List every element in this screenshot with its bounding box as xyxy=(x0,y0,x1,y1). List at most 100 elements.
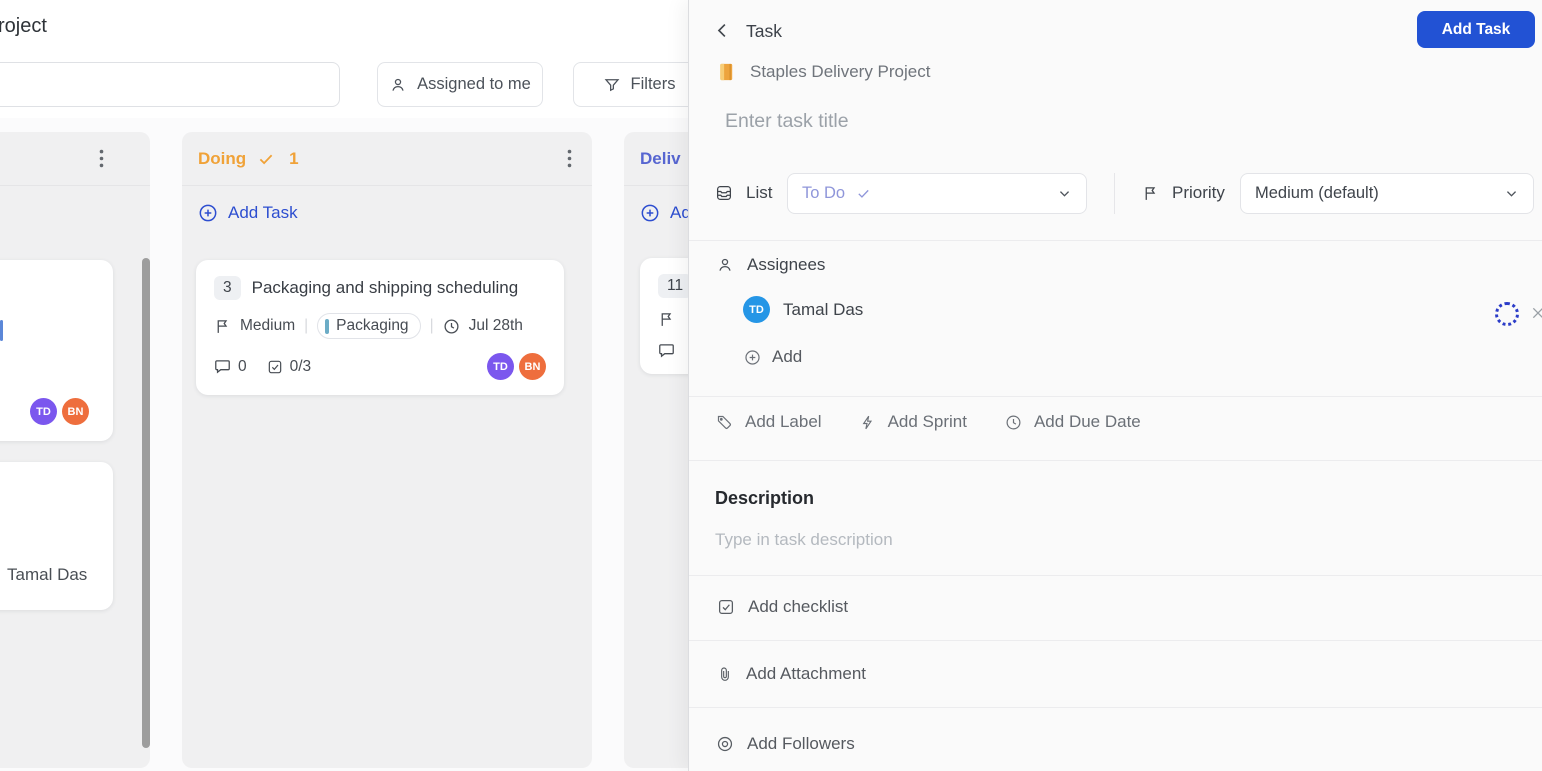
add-due-date-button[interactable]: Add Due Date xyxy=(1005,412,1141,432)
assignees-header: Assignees xyxy=(716,255,825,275)
avatar: BN xyxy=(62,398,89,425)
add-task-panel: Task Add Task Staples Delivery Project L… xyxy=(688,0,1542,771)
add-followers-label: Add Followers xyxy=(747,734,855,753)
board-title-fragment: roject xyxy=(0,15,47,37)
book-icon xyxy=(717,62,736,82)
chevron-down-icon xyxy=(1504,186,1519,201)
add-task-doing-button[interactable]: Add Task xyxy=(182,186,592,223)
clock-icon xyxy=(443,318,460,335)
label-color-bar xyxy=(325,318,330,334)
assignees-label: Assignees xyxy=(747,255,826,274)
tag-icon xyxy=(716,414,733,431)
task-card-packaging[interactable]: 3 Packaging and shipping scheduling Medi… xyxy=(196,260,564,395)
project-selector[interactable]: Staples Delivery Project xyxy=(717,62,930,82)
description-input[interactable] xyxy=(715,530,1495,550)
list-board-icon xyxy=(715,184,733,202)
flag-icon xyxy=(214,318,231,335)
search-input[interactable] xyxy=(0,62,340,107)
list-select[interactable]: To Do xyxy=(787,173,1087,214)
eye-icon xyxy=(716,735,734,753)
assignee-row: TD Tamal Das xyxy=(743,296,863,323)
check-icon xyxy=(856,186,871,201)
task-title-input[interactable] xyxy=(725,110,1425,133)
person-icon xyxy=(389,76,407,94)
add-label-button[interactable]: Add Label xyxy=(716,412,822,432)
column-doing-menu-button[interactable] xyxy=(563,147,576,170)
section-divider xyxy=(689,575,1542,576)
assignee-name: Tamal Das xyxy=(783,299,864,319)
clock-icon xyxy=(1005,414,1022,431)
board-topbar: roject Assigned to me Filters xyxy=(0,0,705,118)
task-priority: Medium xyxy=(240,317,296,334)
list-select-value: To Do xyxy=(802,184,846,202)
back-button[interactable] xyxy=(713,21,732,40)
chevron-left-icon xyxy=(717,23,726,38)
label-accent-fragment xyxy=(0,320,3,341)
add-sprint-text: Add Sprint xyxy=(887,412,967,431)
description-heading: Description xyxy=(715,488,815,508)
panel-title: Task xyxy=(746,21,782,41)
task-card-partial-bottom[interactable]: Tamal Das xyxy=(0,462,113,610)
avatar: TD xyxy=(743,296,770,323)
assigned-to-me-button[interactable]: Assigned to me xyxy=(377,62,543,107)
paperclip-icon xyxy=(717,665,733,683)
kebab-menu-icon xyxy=(99,149,104,168)
plus-circle-icon xyxy=(198,203,218,223)
close-icon[interactable] xyxy=(1530,305,1542,321)
avatar: TD xyxy=(30,398,57,425)
task-title: Packaging and shipping scheduling xyxy=(251,278,519,297)
kebab-menu-icon xyxy=(567,149,572,168)
task-label: Packaging xyxy=(336,317,409,334)
avatar: BN xyxy=(519,353,546,380)
separator: | xyxy=(304,317,309,334)
person-icon xyxy=(716,256,734,274)
checklist-progress: 0/3 xyxy=(289,357,312,375)
flag-icon xyxy=(1142,185,1159,202)
add-followers-button[interactable]: Add Followers xyxy=(716,734,855,754)
add-task-submit-button[interactable]: Add Task xyxy=(1417,11,1535,48)
filters-label: Filters xyxy=(630,75,676,93)
separator: | xyxy=(429,317,434,334)
section-divider xyxy=(689,396,1542,397)
project-name: Staples Delivery Project xyxy=(750,62,931,81)
add-assignee-button[interactable]: Add xyxy=(744,347,802,367)
add-sprint-button[interactable]: Add Sprint xyxy=(860,412,967,432)
comment-count: 0 xyxy=(238,357,247,375)
card-assignee-name: Tamal Das xyxy=(7,565,88,584)
plus-circle-icon xyxy=(640,203,660,223)
task-id-badge: 3 xyxy=(214,276,241,300)
add-checklist-button[interactable]: Add checklist xyxy=(717,597,848,617)
section-divider xyxy=(689,240,1542,241)
column-left-header xyxy=(0,132,150,186)
task-card-partial-top[interactable]: TD BN xyxy=(0,260,113,441)
plus-circle-icon xyxy=(744,349,761,366)
add-task-doing-label: Add Task xyxy=(228,203,298,222)
field-divider xyxy=(1114,173,1115,214)
priority-field-label-group: Priority xyxy=(1142,183,1225,203)
spinner-icon xyxy=(1495,302,1519,326)
list-field-label-group: List xyxy=(715,183,772,203)
priority-field-label: Priority xyxy=(1172,183,1225,202)
checkbox-icon xyxy=(717,598,735,616)
add-checklist-label: Add checklist xyxy=(748,597,849,616)
priority-select[interactable]: Medium (default) xyxy=(1240,173,1534,214)
column-scrollbar[interactable] xyxy=(142,258,150,748)
column-menu-button[interactable] xyxy=(95,147,108,170)
add-label-text: Add Label xyxy=(745,412,822,431)
chevron-down-icon xyxy=(1057,186,1072,201)
filters-button[interactable]: Filters xyxy=(573,62,705,107)
add-attachment-button[interactable]: Add Attachment xyxy=(717,664,866,684)
column-left-partial xyxy=(0,132,150,768)
avatar: TD xyxy=(487,353,514,380)
checkbox-icon xyxy=(267,359,283,375)
check-icon xyxy=(257,150,275,168)
add-attachment-label: Add Attachment xyxy=(746,664,867,683)
priority-select-value: Medium (default) xyxy=(1255,184,1379,202)
column-doing-count: 1 xyxy=(289,148,299,168)
task-label-pill: Packaging xyxy=(317,313,421,339)
column-doing-name: Doing xyxy=(198,148,247,168)
section-divider xyxy=(689,640,1542,641)
bolt-icon xyxy=(860,414,876,431)
add-assignee-label: Add xyxy=(772,347,803,366)
list-field-label: List xyxy=(746,183,773,202)
